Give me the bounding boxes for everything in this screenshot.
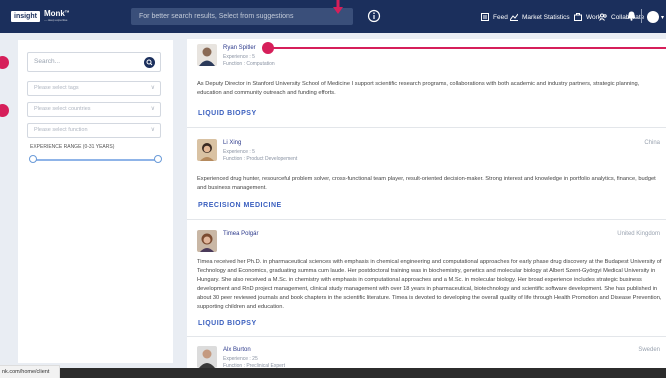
annotation-arrow-top (333, 0, 343, 14)
user-avatar[interactable] (647, 11, 659, 23)
logo-box: insight (11, 10, 40, 22)
search-button[interactable] (144, 57, 155, 68)
status-bar-url: nk.com/home/client (0, 365, 60, 378)
expert-description: Timea received her Ph.D. in pharmaceutic… (197, 259, 662, 310)
nav-market-statistics-label: Market Statistics (522, 13, 570, 21)
expert-name[interactable]: Li Xing (223, 140, 241, 146)
briefcase-icon (574, 13, 582, 21)
range-max-handle[interactable] (154, 155, 162, 163)
search-icon (146, 59, 153, 66)
nav-feed[interactable]: Feed (481, 12, 508, 22)
expert-tag[interactable]: LIQUID BIOPSY (198, 110, 257, 117)
experts-list-panel: Ryan Spitler Experience : 5 Function : C… (187, 39, 666, 378)
expert-name[interactable]: Ryan Spitler (223, 45, 256, 51)
info-icon[interactable] (367, 9, 381, 23)
expert-photo (197, 346, 217, 368)
expert-description: As Deputy Director in Stanford Universit… (197, 81, 640, 96)
annotation-dot-countries (0, 104, 9, 117)
annotation-dot-search (0, 56, 9, 69)
expert-experience: Experience : 5 (223, 54, 255, 60)
global-search-input[interactable]: For better search results, Select from s… (131, 8, 353, 25)
nav-separator (641, 9, 642, 23)
expert-name[interactable]: Alx Burton (223, 347, 251, 353)
taskbar-strip (60, 368, 666, 378)
range-min-handle[interactable] (29, 155, 37, 163)
nav-work[interactable]: Work (574, 12, 601, 22)
logo-word: MonkTM (44, 10, 69, 18)
countries-dropdown[interactable]: Please select countries ∨ (27, 102, 161, 117)
tags-dropdown[interactable]: Please select tags ∨ (27, 81, 161, 96)
expert-tag[interactable]: LIQUID BIOPSY (198, 320, 257, 327)
chevron-down-icon: ∨ (150, 127, 155, 133)
expert-tag[interactable]: PRECISION MEDICINE (198, 202, 282, 209)
countries-placeholder: Please select countries (34, 106, 91, 112)
divider (187, 127, 666, 128)
insightmonk-logo[interactable]: insight MonkTM — deep expertise (11, 10, 69, 22)
expert-experience: Experience : 5 (223, 149, 255, 155)
expert-country: United Kingdom (617, 231, 660, 237)
chevron-down-icon: ∨ (150, 85, 155, 91)
filter-sidebar: Search... Please select tags ∨ Please se… (18, 40, 173, 363)
function-placeholder: Please select function (34, 127, 88, 133)
sidebar-search-placeholder: Search... (34, 58, 61, 65)
sidebar-search-input[interactable]: Search... (27, 52, 161, 72)
expert-experience: Experience : 25 (223, 356, 258, 362)
experience-range-label: EXPERIENCE RANGE (0-31 YEARS) (30, 144, 115, 150)
logo-word-text: Monk (43, 9, 65, 18)
feed-icon (481, 13, 489, 21)
annotation-dot-name (262, 42, 274, 54)
logo-text: MonkTM — deep expertise (44, 10, 69, 22)
people-icon (599, 13, 607, 21)
function-dropdown[interactable]: Please select function ∨ (27, 123, 161, 138)
logo-tagline: — deep expertise (43, 18, 68, 22)
chevron-down-icon: ∨ (150, 106, 155, 112)
expert-description: Experienced drug hunter, resourceful pro… (197, 176, 656, 191)
expert-country: China (644, 140, 660, 146)
annotation-line (270, 47, 666, 49)
experience-range-track[interactable] (33, 159, 158, 161)
nav-market-statistics[interactable]: Market Statistics (510, 12, 570, 22)
expert-photo (197, 139, 217, 161)
chevron-down-icon[interactable]: ▾ (661, 14, 664, 21)
nav-collaborate[interactable]: Collaborate (599, 12, 644, 22)
nav-feed-label: Feed (493, 13, 508, 21)
expert-photo (197, 230, 217, 252)
logo-trademark: TM (64, 9, 70, 14)
chart-icon (510, 13, 518, 21)
divider (187, 336, 666, 337)
expert-function: Function : Computation (223, 61, 275, 67)
tags-placeholder: Please select tags (34, 85, 79, 91)
divider (187, 219, 666, 220)
bell-icon[interactable] (627, 11, 636, 21)
expert-photo (197, 44, 217, 66)
expert-name[interactable]: Timea Polgár (223, 231, 258, 237)
expert-country: Sweden (638, 347, 660, 353)
expert-function: Function : Product Developement (223, 156, 298, 162)
